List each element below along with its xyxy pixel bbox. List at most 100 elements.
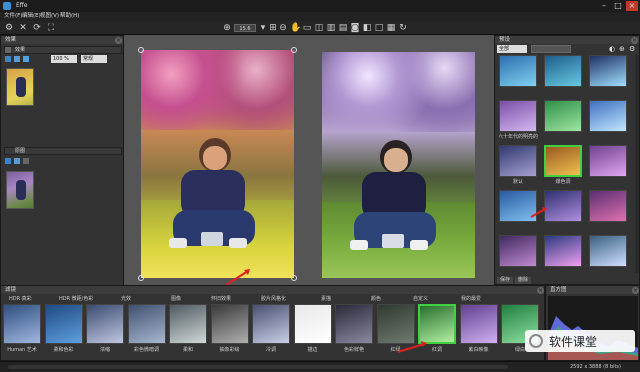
preset-thumbnail[interactable] [499, 55, 537, 87]
preset-thumbnail[interactable] [544, 190, 582, 222]
filter-thumbnail[interactable] [169, 304, 207, 344]
preset-thumbnail[interactable] [544, 235, 582, 267]
add-preset-icon[interactable]: ⊕ [619, 45, 627, 53]
rotate-icon[interactable]: ↻ [398, 23, 408, 33]
original-layer-thumbnail[interactable] [6, 171, 34, 209]
view-side-by-side-icon[interactable]: ▥ [326, 23, 336, 33]
settings-icon[interactable]: ⚙ [4, 23, 14, 33]
menu-view[interactable]: 视图(V) [40, 12, 59, 21]
settings-icon[interactable]: ⚙ [629, 45, 637, 53]
brush-tool-icon[interactable] [23, 56, 29, 62]
app-icon [3, 2, 11, 10]
filter-thumbnail[interactable] [86, 304, 124, 344]
filter-category-tab[interactable]: 我的最爱 [461, 295, 481, 302]
blossom-background [322, 52, 475, 132]
camera-icon[interactable]: ◙ [350, 23, 360, 33]
histogram-close-icon[interactable]: × [632, 287, 639, 294]
filter-thumbnail[interactable] [210, 304, 249, 344]
preset-thumbnail[interactable] [589, 55, 627, 87]
crop-icon[interactable]: ◧ [362, 23, 372, 33]
panel-close-icon[interactable]: × [115, 37, 122, 44]
opacity-field[interactable]: 100 % [51, 55, 77, 63]
menu-help[interactable]: 帮助(H) [60, 12, 79, 21]
compare-icon[interactable]: ▤ [338, 23, 348, 33]
zoom-out-icon[interactable]: ⊖ [278, 23, 288, 33]
image-viewer[interactable] [124, 35, 494, 286]
filter-thumbnail[interactable] [293, 304, 332, 344]
layer-visibility-icon[interactable] [5, 47, 11, 53]
filmstrip-scrollbar[interactable] [8, 365, 508, 369]
view-split-icon[interactable]: ◫ [314, 23, 324, 33]
presets-filter-select[interactable]: 全部 [497, 45, 527, 53]
original-tool-icon-2[interactable] [14, 158, 20, 164]
menu-file[interactable]: 文件(F) [4, 12, 22, 21]
filter-thumbnail[interactable] [459, 304, 498, 344]
preset-thumbnail[interactable] [499, 100, 537, 132]
hand-icon[interactable]: ✋ [290, 23, 301, 33]
filter-thumbnail[interactable] [335, 304, 373, 344]
preset-thumbnail[interactable] [589, 145, 627, 177]
effect-layer-thumbnail[interactable] [6, 68, 34, 106]
preset-thumbnail[interactable] [544, 100, 582, 132]
layer-tool-icon[interactable] [5, 56, 11, 62]
filter-thumbnail[interactable] [44, 304, 83, 344]
filter-category-tab[interactable]: HDR 微距/色彩 [59, 295, 93, 302]
preset-thumbnail[interactable] [589, 100, 627, 132]
filter-category-tab[interactable]: 自定义 [413, 295, 428, 302]
filter-thumbnail[interactable] [3, 304, 41, 344]
square-icon[interactable]: □ [374, 23, 384, 33]
maximize-icon[interactable]: □ [612, 1, 624, 11]
filter-category-tab[interactable]: 怀旧效果 [211, 295, 231, 302]
filters-close-icon[interactable]: × [537, 287, 544, 294]
original-tool-icon-3[interactable] [23, 158, 29, 164]
filter-category-tab[interactable]: 光效 [121, 295, 131, 302]
close-icon[interactable]: × [626, 1, 638, 11]
preset-thumbnail[interactable] [544, 55, 582, 87]
corner-handle-tr[interactable] [291, 47, 297, 53]
preset-thumbnail[interactable] [589, 235, 627, 267]
filter-thumbnail[interactable] [127, 304, 166, 344]
preset-thumbnail[interactable] [499, 235, 537, 267]
watermark-badge: 软件课堂 [525, 330, 635, 352]
preset-thumbnail[interactable] [589, 190, 627, 222]
preset-label: 默认 [512, 179, 523, 185]
save-preset-button[interactable]: 保存 [497, 277, 513, 284]
view-single-icon[interactable]: ▭ [302, 23, 312, 33]
left-shoe [169, 238, 187, 248]
filter-category-tab[interactable]: 素描 [321, 295, 331, 302]
preset-thumbnail[interactable] [499, 145, 537, 177]
refresh-icon[interactable]: ⟳ [32, 23, 42, 33]
filter-category-tab[interactable]: HDR 真彩 [9, 295, 32, 302]
corner-handle-br[interactable] [291, 275, 297, 281]
corner-handle-tl[interactable] [138, 47, 144, 53]
minimize-icon[interactable]: – [598, 1, 610, 11]
filter-category-tab[interactable]: 颜色 [371, 295, 381, 302]
cancel-icon[interactable]: ✕ [18, 23, 28, 33]
filter-thumbnail[interactable] [252, 304, 290, 344]
preset-thumbnail[interactable] [544, 145, 582, 177]
filter-category-tab[interactable]: 图像 [171, 295, 181, 302]
preset-grid: 六十年代的明亮的 默认 爆色调 [499, 55, 639, 273]
right-shoe [410, 240, 428, 250]
delete-preset-button[interactable]: 删除 [515, 277, 531, 284]
menu-edit[interactable]: 编辑(E) [22, 12, 41, 21]
blend-mode-select[interactable]: 常规 [81, 55, 107, 63]
original-photo[interactable] [322, 52, 475, 278]
zoom-in-icon[interactable]: ⊕ [222, 23, 232, 33]
zoom-fit-icon[interactable]: ⊞ [268, 23, 278, 33]
view-icon[interactable]: ◐ [609, 45, 617, 53]
presets-search-input[interactable] [531, 45, 571, 53]
corner-handle-bl[interactable] [138, 275, 144, 281]
histogram-header: 直方图 [546, 286, 639, 294]
edited-photo[interactable] [141, 50, 294, 278]
dropdown-icon[interactable]: ▾ [258, 23, 268, 33]
presets-close-icon[interactable]: × [631, 37, 638, 44]
fit-icon[interactable]: ⛶ [46, 23, 56, 33]
right-shoe [229, 238, 247, 248]
filter-category-tab[interactable]: 胶片风格化 [261, 295, 286, 302]
presets-scrollbar[interactable] [635, 55, 639, 273]
zoom-field[interactable]: 15.6 [234, 24, 256, 32]
mask-tool-icon[interactable] [14, 56, 20, 62]
original-tool-icon-1[interactable] [5, 158, 11, 164]
grid-icon[interactable]: ▦ [386, 23, 396, 33]
